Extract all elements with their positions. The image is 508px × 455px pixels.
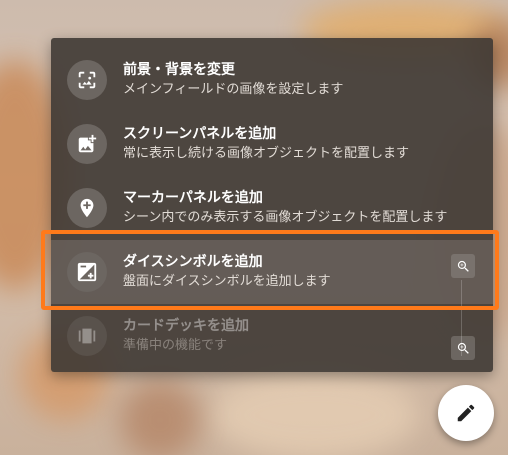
menu-item-change-background[interactable]: 前景・背景を変更 メインフィールドの画像を設定します — [51, 48, 493, 112]
menu-item-subtitle: 準備中の機能です — [123, 338, 228, 353]
menu-item-add-marker-panel[interactable]: マーカーパネルを追加 シーン内でのみ表示する画像オブジェクトを配置します — [51, 176, 493, 240]
edit-fab-button[interactable] — [438, 385, 494, 441]
menu-item-title: 前景・背景を変更 — [123, 62, 235, 78]
menu-item-add-card-deck: カードデッキを追加 準備中の機能です — [51, 304, 493, 368]
pencil-icon — [457, 404, 475, 422]
add-photo-icon — [67, 124, 107, 164]
zoom-in-icon — [451, 336, 475, 360]
menu-item-title: マーカーパネルを追加 — [123, 190, 263, 206]
menu-item-add-screen-panel[interactable]: スクリーンパネルを追加 常に表示し続ける画像オブジェクトを配置します — [51, 112, 493, 176]
menu-item-subtitle: 盤面にダイスシンボルを追加します — [123, 274, 331, 289]
add-location-icon — [67, 188, 107, 228]
menu-item-subtitle: シーン内でのみ表示する画像オブジェクトを配置します — [123, 210, 448, 225]
menu-item-title: カードデッキを追加 — [123, 318, 249, 334]
zoom-in-icon[interactable] — [451, 254, 475, 278]
add-object-menu: 前景・背景を変更 メインフィールドの画像を設定します スクリーンパネルを追加 常… — [51, 38, 493, 372]
image-frame-icon — [67, 60, 107, 100]
menu-item-add-dice-symbol[interactable]: ダイスシンボルを追加 盤面にダイスシンボルを追加します — [51, 240, 493, 304]
menu-item-subtitle: メインフィールドの画像を設定します — [123, 82, 344, 97]
card-deck-icon — [67, 316, 107, 356]
exposure-icon — [67, 252, 107, 292]
menu-item-subtitle: 常に表示し続ける画像オブジェクトを配置します — [123, 146, 410, 161]
menu-item-title: スクリーンパネルを追加 — [123, 126, 277, 142]
menu-item-title: ダイスシンボルを追加 — [123, 254, 263, 270]
